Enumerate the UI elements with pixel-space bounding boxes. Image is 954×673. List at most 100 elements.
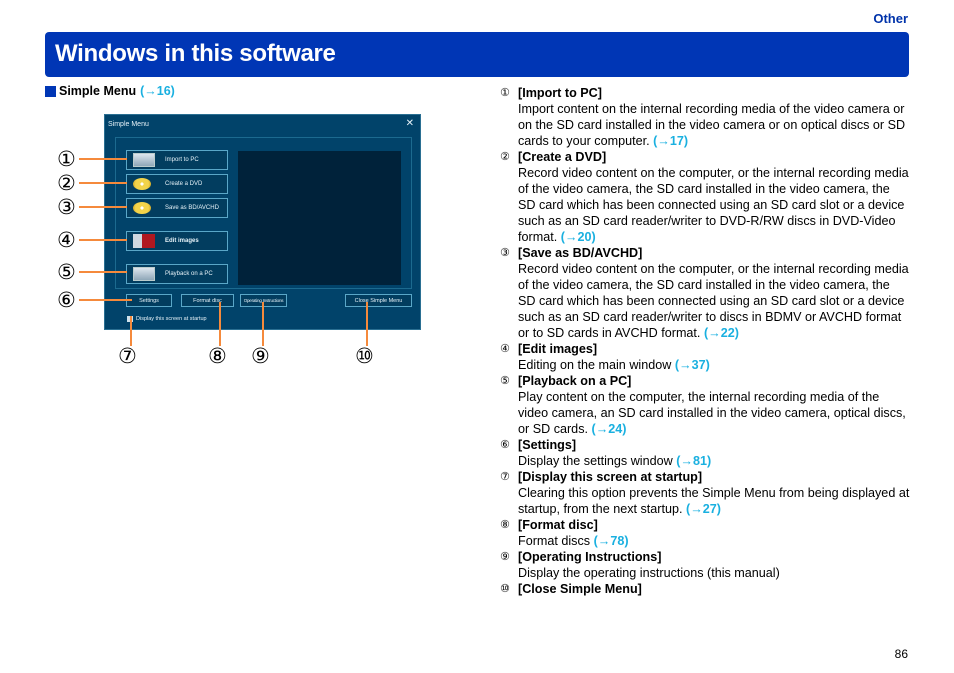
title-banner: Windows in this software (45, 32, 909, 77)
settings-button[interactable]: Settings (126, 294, 172, 307)
item-title: [Playback on a PC] (518, 374, 632, 388)
callout-8: ⑧ (208, 344, 227, 368)
item-body-text: Format discs (518, 534, 591, 548)
edit-scissors-icon (133, 234, 155, 248)
item-heading: ① [Import to PC] (500, 85, 910, 101)
item-description: Display the operating instructions (this… (500, 565, 910, 581)
item-title: [Display this screen at startup] (518, 470, 703, 484)
item-heading: ④ [Edit images] (500, 341, 910, 357)
page-ref-link[interactable]: (→24) (592, 422, 627, 436)
callout-1: ① (57, 147, 76, 171)
list-item: ① [Import to PC] Import content on the int… (500, 85, 910, 149)
page-ref-link[interactable]: (→37) (675, 358, 710, 372)
list-item: ⑥ [Settings] Display the settings window (… (500, 437, 910, 469)
callout-9: ⑨ (251, 344, 270, 368)
button-label: Create a DVD (165, 181, 203, 187)
list-item: ⑩ [Close Simple Menu] (500, 581, 910, 597)
save-bd-avchd-button[interactable]: Save as BD/AVCHD (126, 198, 228, 218)
list-item: ⑦ [Display this screen at startup] Clearin… (500, 469, 910, 517)
disc-sd-icon (133, 202, 151, 214)
startup-checkbox[interactable]: Display this screen at startup (127, 316, 207, 322)
callout-2: ② (57, 171, 76, 195)
item-body-text: Display the operating instructions (this… (518, 566, 780, 580)
list-item: ⑤ [Playback on a PC] Play content on the c… (500, 373, 910, 437)
item-number: ③ (500, 246, 510, 259)
pc-import-icon (133, 153, 155, 167)
disc-icon (133, 178, 151, 190)
item-heading: ⑤ [Playback on a PC] (500, 373, 910, 389)
item-description: Import content on the internal recording… (500, 101, 910, 149)
playback-on-pc-button[interactable]: Playback on a PC (126, 264, 228, 284)
format-disc-button[interactable]: Format disc (181, 294, 234, 307)
simple-menu-window: Simple Menu ✕ Import to PC Create a DVD … (104, 114, 421, 330)
square-bullet-icon (45, 85, 56, 97)
list-item: ⑧ [Format disc] Format discs (→78) (500, 517, 910, 549)
item-number: ⑦ (500, 470, 510, 483)
callout-7: ⑦ (118, 344, 137, 368)
item-description: Editing on the main window (→37) (500, 357, 910, 373)
button-label: Playback on a PC (165, 271, 213, 277)
item-title: [Import to PC] (518, 86, 602, 100)
close-icon[interactable]: ✕ (406, 118, 414, 129)
item-body-text: Editing on the main window (518, 358, 672, 372)
item-description: Record video content on the computer, or… (500, 165, 910, 245)
page-ref-link[interactable]: (→27) (686, 502, 721, 516)
callout-4: ④ (57, 228, 76, 252)
close-simple-menu-button[interactable]: Close Simple Menu (345, 294, 412, 307)
item-heading: ⑦ [Display this screen at startup] (500, 469, 910, 485)
item-title: [Settings] (518, 438, 577, 452)
checkbox-label: Display this screen at startup (136, 316, 207, 322)
list-item: ④ [Edit images] Editing on the main window… (500, 341, 910, 373)
callout-line (219, 302, 221, 346)
page-number: 86 (894, 647, 908, 661)
button-label: Edit images (165, 238, 199, 244)
item-heading: ② [Create a DVD] (500, 149, 910, 165)
section-tag: Other (873, 11, 908, 26)
callout-line (79, 271, 127, 273)
callout-line (130, 316, 132, 346)
item-description: Play content on the computer, the intern… (500, 389, 910, 437)
item-number: ④ (500, 342, 510, 355)
item-number: ⑨ (500, 550, 510, 563)
item-heading: ⑩ [Close Simple Menu] (500, 581, 910, 597)
subheading-label: Simple Menu (59, 84, 137, 98)
button-label: Import to PC (165, 157, 199, 163)
page-ref-link[interactable]: (→22) (704, 326, 739, 340)
item-number: ② (500, 150, 510, 163)
item-title: [Edit images] (518, 342, 598, 356)
item-number: ⑧ (500, 518, 510, 531)
window-title: Simple Menu (108, 121, 149, 128)
item-title: [Close Simple Menu] (518, 582, 642, 596)
item-description: Record video content on the computer, or… (500, 261, 910, 341)
callout-5: ⑤ (57, 260, 76, 284)
item-number: ⑤ (500, 374, 510, 387)
create-dvd-button[interactable]: Create a DVD (126, 174, 228, 194)
item-title: [Save as BD/AVCHD] (518, 246, 643, 260)
edit-images-button[interactable]: Edit images (126, 231, 228, 251)
page-ref-link[interactable]: (→78) (594, 534, 629, 548)
pc-playback-icon (133, 267, 155, 281)
button-label: Save as BD/AVCHD (165, 205, 219, 211)
import-to-pc-button[interactable]: Import to PC (126, 150, 228, 170)
page-ref-link[interactable]: (→17) (653, 134, 688, 148)
item-number: ⑩ (500, 582, 510, 595)
callout-line (79, 182, 127, 184)
page-title: Windows in this software (55, 40, 336, 67)
item-description: Format discs (→78) (500, 533, 910, 549)
item-number: ⑥ (500, 438, 510, 451)
item-title: [Create a DVD] (518, 150, 607, 164)
item-description: Display the settings window (→81) (500, 453, 910, 469)
subheading: Simple Menu (→16) (45, 84, 175, 98)
item-heading: ⑨ [Operating Instructions] (500, 549, 910, 565)
page-ref-link[interactable]: (→16) (140, 84, 175, 98)
callout-line (79, 158, 127, 160)
callout-line (79, 299, 132, 301)
callout-10: ⑩ (355, 344, 374, 368)
item-title: [Operating Instructions] (518, 550, 662, 564)
item-body-text: Play content on the computer, the intern… (518, 390, 906, 436)
item-body-text: Import content on the internal recording… (518, 102, 906, 148)
page-ref-link[interactable]: (→81) (676, 454, 711, 468)
callout-line (262, 302, 264, 346)
callout-3: ③ (57, 195, 76, 219)
page-ref-link[interactable]: (→20) (561, 230, 596, 244)
